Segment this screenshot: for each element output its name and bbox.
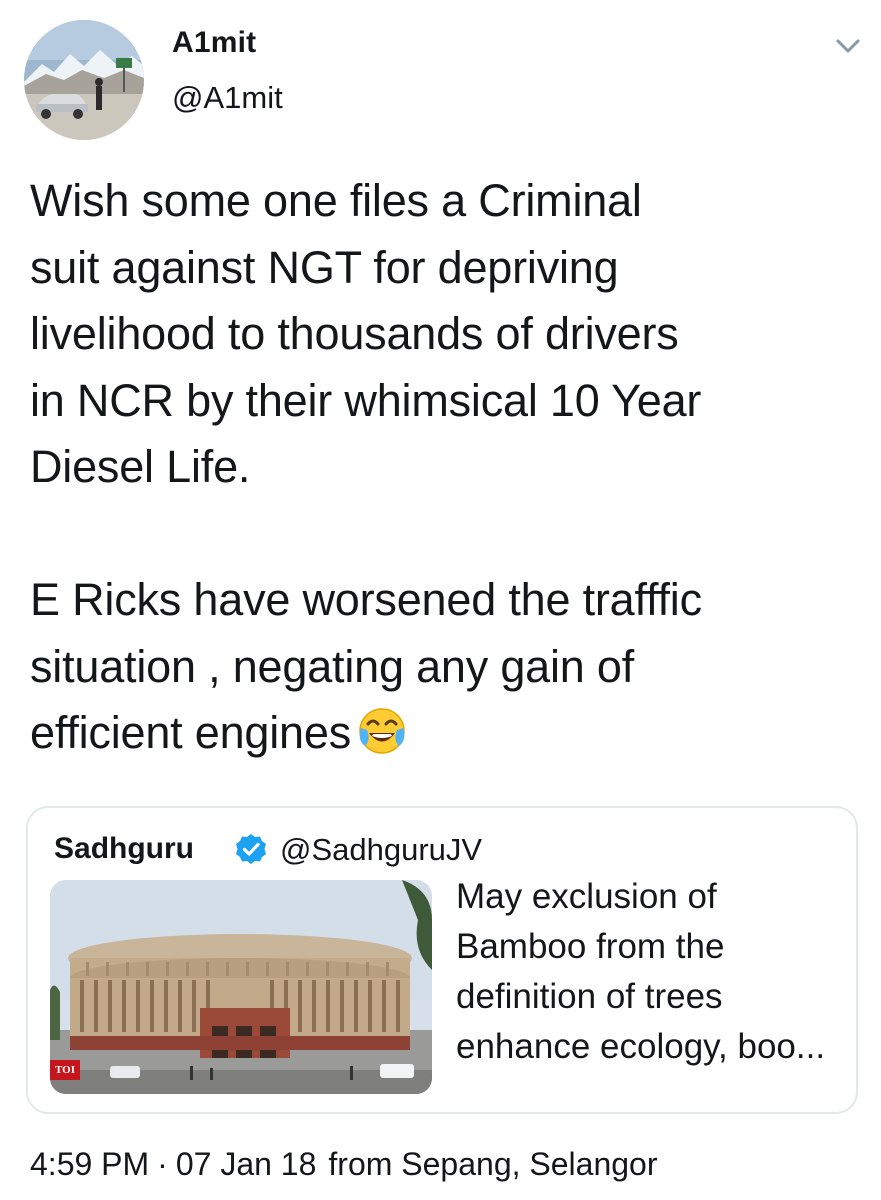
quoted-author-name: Sadhguru bbox=[54, 832, 194, 865]
tweet-text: Wish some one files a Criminal suit agai… bbox=[30, 168, 860, 775]
tweet-text-content: Wish some one files a Criminal suit agai… bbox=[30, 175, 702, 758]
author-handle[interactable]: @A1mit bbox=[172, 80, 283, 116]
tweet-date[interactable]: 07 Jan 18 bbox=[176, 1146, 317, 1183]
tweet: A1mit @A1mit Wish some one files a Crimi… bbox=[0, 0, 881, 1200]
toi-badge: TOI bbox=[50, 1060, 80, 1080]
quoted-tweet-text: May exclusion of Bamboo from the definit… bbox=[456, 877, 826, 1066]
quoted-tweet-card[interactable]: Sadhguru @SadhguruJV TOI May exclusion o… bbox=[26, 806, 858, 1114]
quoted-author-handle: @SadhguruJV bbox=[280, 832, 483, 867]
chevron-down-icon[interactable] bbox=[832, 34, 864, 58]
quoted-image[interactable]: TOI bbox=[50, 880, 432, 1094]
tweet-footer: 4:59 PM · 07 Jan 18 from Sepang, Selangor bbox=[30, 1146, 657, 1183]
tweet-location[interactable]: from Sepang, Selangor bbox=[328, 1146, 657, 1183]
verified-badge-icon bbox=[234, 832, 268, 866]
face-with-tears-of-joy-icon bbox=[357, 706, 407, 775]
profile-photo-icon bbox=[24, 20, 144, 140]
footer-separator: · bbox=[157, 1146, 168, 1182]
parliament-building-photo-icon bbox=[50, 880, 432, 1094]
tweet-time[interactable]: 4:59 PM bbox=[30, 1146, 149, 1183]
author-display-name[interactable]: A1mit bbox=[172, 26, 256, 60]
avatar[interactable] bbox=[24, 20, 144, 140]
